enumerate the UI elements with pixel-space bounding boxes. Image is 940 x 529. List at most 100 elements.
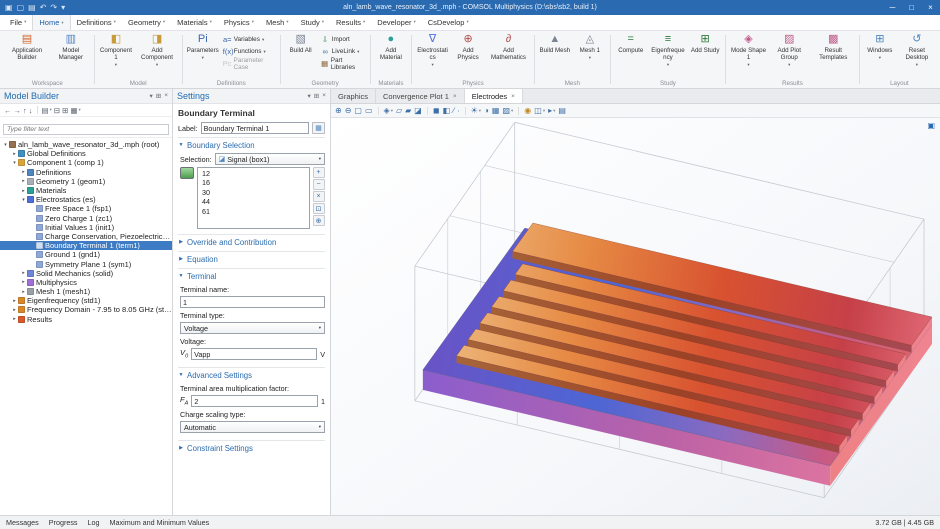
tree-item-mesh-1-mesh1[interactable]: ▸Mesh 1 (mesh1) <box>0 287 172 296</box>
tree-item-definitions[interactable]: ▸Definitions <box>0 168 172 177</box>
expand-closed-icon[interactable]: ▸ <box>11 298 18 304</box>
tree-item-electrostatics-es[interactable]: ▾Electrostatics (es) <box>0 195 172 204</box>
add-physics-button[interactable]: ⊕Add Physics <box>451 32 485 62</box>
component-1-button[interactable]: ◧Component 1▾ <box>98 32 135 69</box>
functions-button[interactable]: f(x)Functions▾ <box>221 46 277 57</box>
panel-menu-icon[interactable]: ▾ <box>149 92 152 100</box>
constraint-settings-header[interactable]: ▶ Constraint Settings <box>178 442 325 454</box>
close-panel-icon[interactable]: × <box>164 92 168 100</box>
menu-developer[interactable]: Developer▾ <box>371 14 421 30</box>
close-tab-icon[interactable]: × <box>453 93 457 100</box>
expand-closed-icon[interactable]: ▸ <box>20 188 27 194</box>
expand-closed-icon[interactable]: ▸ <box>11 307 18 313</box>
select-edges-button[interactable]: ∕ <box>453 106 454 115</box>
close-button[interactable]: × <box>921 0 940 15</box>
charge-scaling-dropdown[interactable]: Automatic ▾ <box>180 421 325 433</box>
lock-view-button[interactable]: ◉ <box>524 106 531 115</box>
expand-closed-icon[interactable]: ▸ <box>20 279 27 285</box>
parameter-case-button[interactable]: PcParameter Case <box>221 58 277 69</box>
variables-button[interactable]: a=Variables▾ <box>221 34 277 45</box>
tree-item-global-definitions[interactable]: ▸Global Definitions <box>0 149 172 158</box>
add-material-button[interactable]: ●Add Material <box>374 32 409 62</box>
go-to-default-view-button[interactable]: ◈▾ <box>384 106 393 115</box>
status-tab-log[interactable]: Log <box>88 518 100 527</box>
zoom-box-button[interactable]: ▭ <box>365 106 373 115</box>
close-panel-icon[interactable]: × <box>322 92 326 100</box>
tree-item-materials[interactable]: ▸Materials <box>0 186 172 195</box>
undo-icon[interactable]: ↶ <box>40 0 47 15</box>
menu-study[interactable]: Study▾ <box>295 14 330 30</box>
filter-input[interactable] <box>3 124 169 135</box>
animation-button[interactable]: ▸▾ <box>548 106 555 115</box>
tree-item-multiphysics[interactable]: ▸Multiphysics <box>0 278 172 287</box>
add-mathematics-button[interactable]: ∂Add Mathematics <box>486 32 531 62</box>
nav-back-button[interactable]: ← <box>4 106 12 115</box>
menu-materials[interactable]: Materials▾ <box>171 14 218 30</box>
add-plot-group-button[interactable]: ▨Add Plot Group▾ <box>769 32 810 69</box>
terminal-type-dropdown[interactable]: Voltage ▾ <box>180 322 325 334</box>
selection-list-item[interactable]: 12 <box>198 169 309 178</box>
tree-item-solid-mechanics-solid[interactable]: ▸Solid Mechanics (solid) <box>0 269 172 278</box>
selection-list-item[interactable]: 30 <box>198 188 309 197</box>
app-icon[interactable]: ▣ <box>5 0 13 15</box>
zoom-out-button[interactable]: ⊖ <box>345 106 352 115</box>
float-panel-icon[interactable]: ⊞ <box>156 92 161 100</box>
expand-open-icon[interactable]: ▾ <box>2 142 9 148</box>
label-input[interactable] <box>201 122 309 134</box>
expand-closed-icon[interactable]: ▸ <box>20 270 27 276</box>
reset-desktop-button[interactable]: ↺Reset Desktop▾ <box>898 32 936 69</box>
save-icon[interactable]: ▤ <box>28 0 36 15</box>
tab-electrodes[interactable]: Electrodes× <box>465 89 523 103</box>
tab-convergence-plot-1[interactable]: Convergence Plot 1× <box>376 89 465 103</box>
add-study-button[interactable]: ⊞Add Study <box>688 32 722 55</box>
nav-forward-button[interactable]: → <box>14 106 22 115</box>
expand-closed-icon[interactable]: ▸ <box>20 169 27 175</box>
boundary-selection-list[interactable]: 1216304461 <box>197 167 310 229</box>
mesh-1-button[interactable]: ◬Mesh 1▾ <box>573 32 607 62</box>
menu-definitions[interactable]: Definitions▾ <box>71 14 122 30</box>
clear-selection-button[interactable]: × <box>313 191 325 202</box>
selection-list-item[interactable]: 61 <box>198 207 309 216</box>
graphics-canvas[interactable]: ▣ <box>331 118 940 515</box>
print-button[interactable]: ▤ <box>558 106 566 115</box>
panel-menu-icon[interactable]: ▾ <box>307 92 310 100</box>
go-to-xy-view-button[interactable]: ▱ <box>396 106 402 115</box>
factor-input[interactable] <box>191 395 318 407</box>
go-to-zx-view-button[interactable]: ◪ <box>414 106 422 115</box>
windows-button[interactable]: ⊞Windows▾ <box>863 32 897 62</box>
scene-light-button[interactable]: ☀▾ <box>471 106 481 115</box>
tree-item-ground-1-gnd1[interactable]: Ground 1 (gnd1) <box>0 250 172 259</box>
tree-item-free-space-1-fsp1[interactable]: Free Space 1 (fsp1) <box>0 204 172 213</box>
zoom-to-selection-button[interactable]: ⊕ <box>313 215 325 226</box>
mode-shape-1-button[interactable]: ◈Mode Shape 1▾ <box>729 32 768 69</box>
compute-button[interactable]: =Compute <box>614 32 648 55</box>
tree-item-component-1-comp-1[interactable]: ▾Component 1 (comp 1) <box>0 158 172 167</box>
expand-open-icon[interactable]: ▾ <box>20 197 27 203</box>
close-tab-icon[interactable]: × <box>511 93 515 100</box>
selection-dropdown[interactable]: ◪ Signal (box1) ▾ <box>215 153 325 165</box>
model-manager-button[interactable]: ▥Model Manager <box>51 32 91 62</box>
parameters-button[interactable]: PiParameters▾ <box>186 32 220 62</box>
build-mesh-button[interactable]: ▲Build Mesh <box>538 32 572 55</box>
select-domains-button[interactable]: ◼ <box>433 106 440 115</box>
remove-from-selection-button[interactable]: − <box>313 179 325 190</box>
show-options-button[interactable]: ▤▾ <box>42 106 52 115</box>
tree-item-initial-values-1-init1[interactable]: Initial Values 1 (init1) <box>0 223 172 232</box>
tree-item-zero-charge-1-zc1[interactable]: Zero Charge 1 (zc1) <box>0 214 172 223</box>
tree-item-symmetry-plane-1-sym1[interactable]: Symmetry Plane 1 (sym1) <box>0 259 172 268</box>
expand-all-button[interactable]: ⊞ <box>62 106 68 115</box>
tree-item-aln-lamb-wave-resonator-3d-mph-root[interactable]: ▾aln_lamb_wave_resonator_3d_.mph (root) <box>0 140 172 149</box>
voltage-input[interactable] <box>191 348 317 360</box>
nav-down-button[interactable]: ↓ <box>29 106 33 115</box>
menu-csdevelop[interactable]: CsDevelop▾ <box>422 14 475 30</box>
tree-item-boundary-terminal-1-term1[interactable]: Boundary Terminal 1 (term1) <box>0 241 172 250</box>
eigenfrequency-button[interactable]: ≡Eigenfrequency▾ <box>649 32 687 69</box>
menu-mesh[interactable]: Mesh▾ <box>260 14 295 30</box>
select-points-button[interactable]: ∙ <box>457 106 459 115</box>
expand-closed-icon[interactable]: ▸ <box>20 178 27 184</box>
menu-home[interactable]: Home▾ <box>32 14 70 30</box>
tree-item-charge-conservation-piezoelectric-1-ccp1[interactable]: Charge Conservation, Piezoelectric 1 (cc… <box>0 232 172 241</box>
part-libraries-button[interactable]: ▦Part Libraries <box>319 58 367 69</box>
minimize-button[interactable]: ─ <box>883 0 902 15</box>
tree-item-eigenfrequency-std1[interactable]: ▸Eigenfrequency (std1) <box>0 296 172 305</box>
